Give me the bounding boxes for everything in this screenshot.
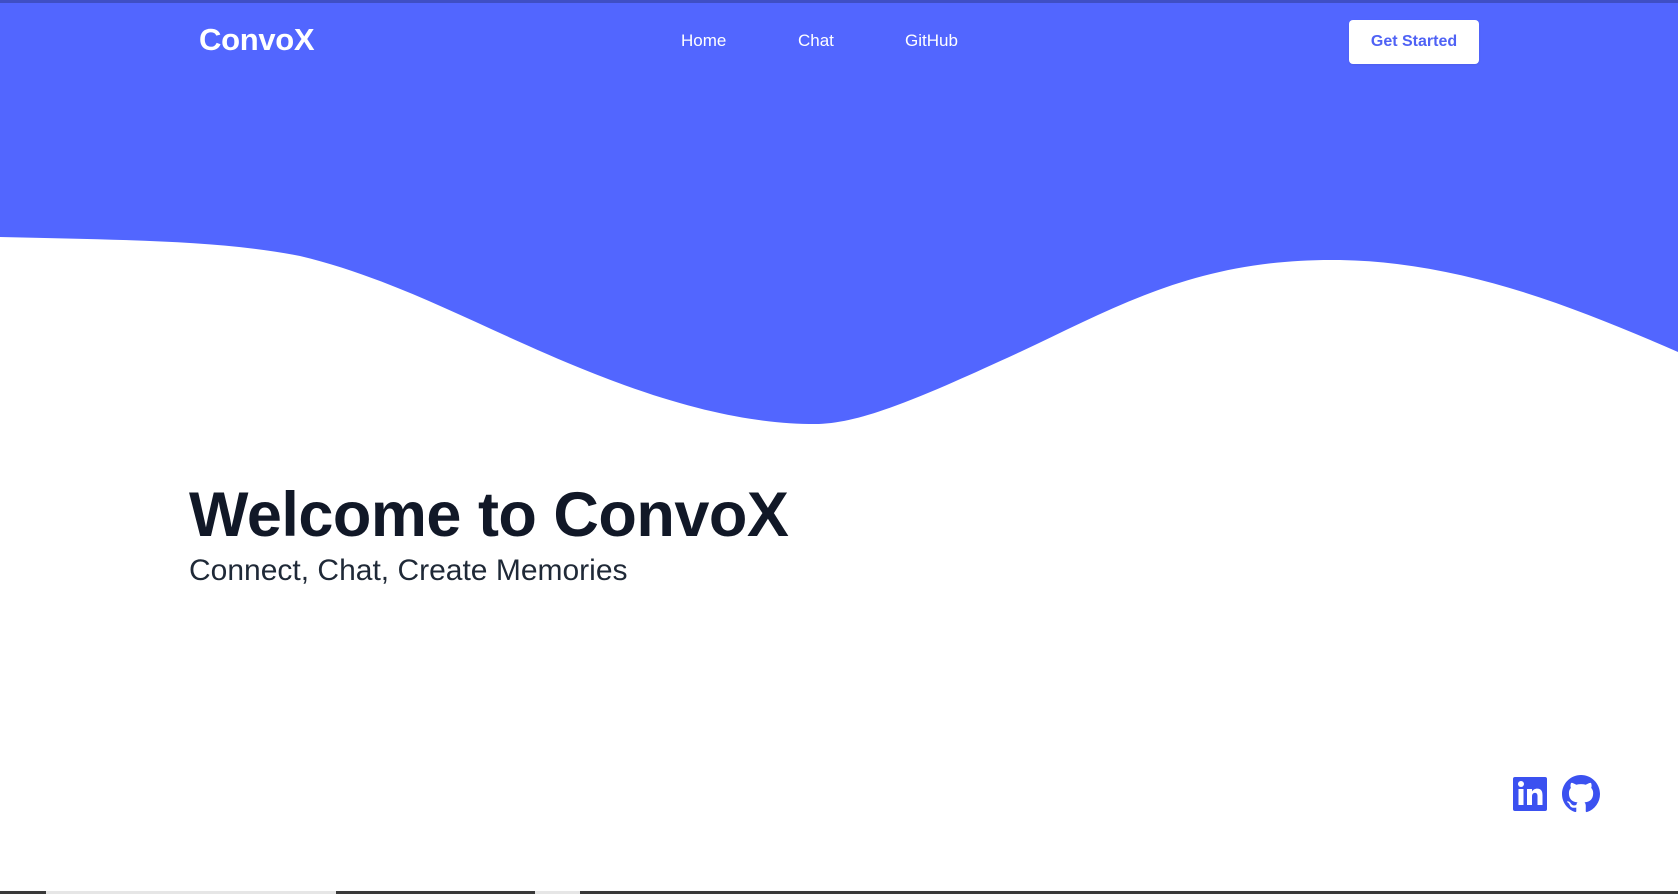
linkedin-icon [1513, 777, 1547, 811]
hero-subtitle: Connect, Chat, Create Memories [189, 554, 628, 587]
github-link[interactable] [1562, 775, 1600, 813]
top-navbar: ConvoX Home Chat GitHub Get Started [0, 0, 1678, 86]
landing-page: ConvoX Home Chat GitHub Get Started Welc… [0, 0, 1678, 894]
window-top-border [0, 0, 1678, 3]
nav-link-chat[interactable]: Chat [798, 31, 834, 51]
nav-link-home[interactable]: Home [681, 31, 726, 51]
github-icon [1562, 775, 1600, 813]
linkedin-link[interactable] [1512, 775, 1550, 813]
get-started-button[interactable]: Get Started [1349, 20, 1479, 64]
nav-link-github[interactable]: GitHub [905, 31, 958, 51]
hero-title: Welcome to ConvoX [189, 480, 789, 550]
hero-section: Welcome to ConvoX Connect, Chat, Create … [189, 478, 789, 590]
